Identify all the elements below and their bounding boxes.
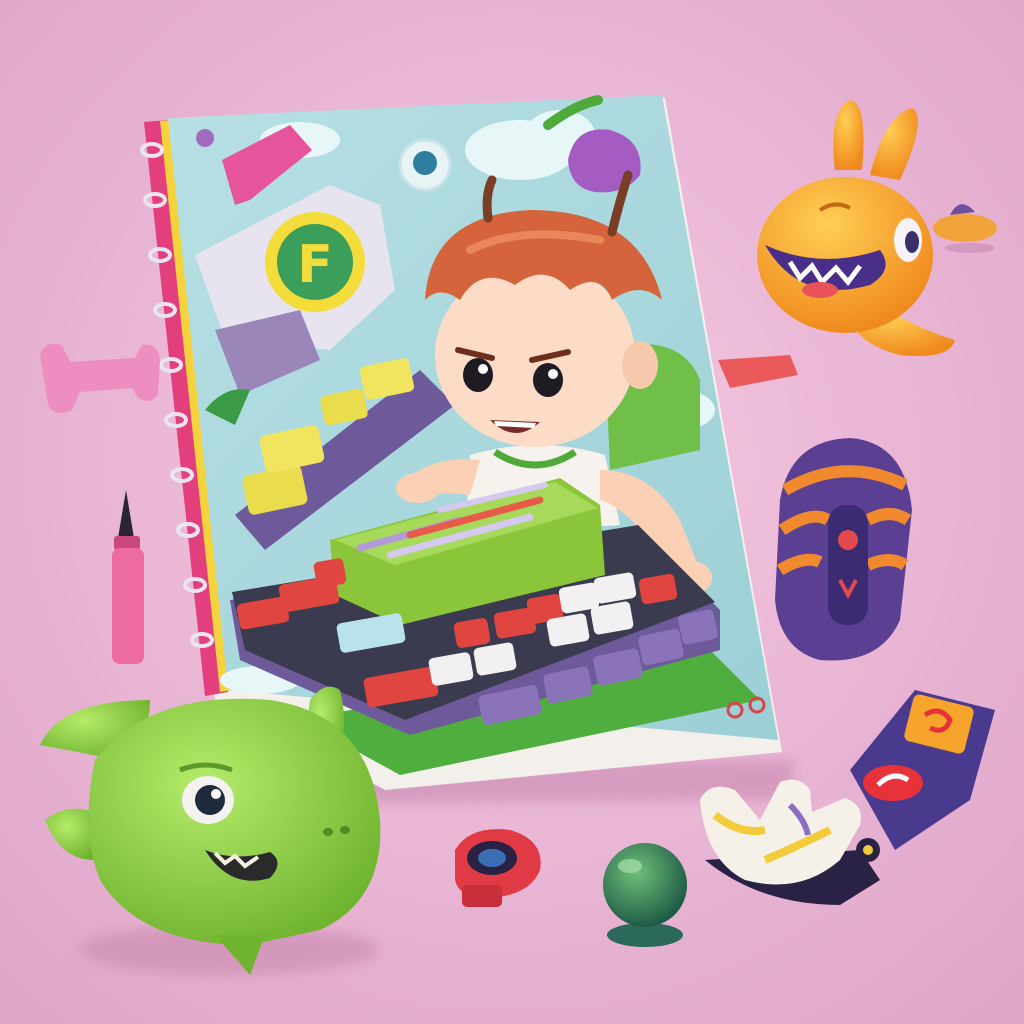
red-ring-inner xyxy=(478,849,506,867)
toy-scene: F xyxy=(0,0,1024,1024)
phone-button xyxy=(863,765,923,801)
antenna-left xyxy=(482,175,497,223)
marker-collar xyxy=(114,536,140,550)
badge-letter: F xyxy=(297,235,333,295)
green-monster-pupil xyxy=(195,785,225,815)
orange-pupil xyxy=(905,231,919,253)
tiny-bug-shadow xyxy=(945,243,995,253)
striped-figure-panel xyxy=(828,505,868,625)
right-eye-glint xyxy=(548,369,558,379)
striped-figure-stripe-5 xyxy=(865,554,909,571)
ball-shine xyxy=(618,859,642,873)
red-ring-base xyxy=(462,885,502,907)
green-ball-toy xyxy=(603,843,687,947)
right-eye xyxy=(533,363,563,397)
tiny-bug-body xyxy=(933,214,997,242)
green-monster-nostril xyxy=(323,828,333,836)
left-eye-glint xyxy=(478,364,488,374)
orange-tongue xyxy=(802,282,838,298)
left-eye xyxy=(463,358,493,392)
tiny-purple-dot xyxy=(196,129,214,147)
small-bug-body xyxy=(413,151,437,175)
striped-figure-button xyxy=(838,530,858,550)
marker-body xyxy=(112,548,144,664)
striped-figure-stripe-4 xyxy=(865,508,912,526)
ball-sphere xyxy=(603,843,687,927)
left-hand xyxy=(396,473,440,503)
green-monster-nostril-2 xyxy=(340,826,350,834)
crown-bead-center xyxy=(863,845,873,855)
key-red-3 xyxy=(313,558,347,588)
ear xyxy=(622,341,658,389)
green-monster-body xyxy=(88,698,381,945)
striped-figure-toy xyxy=(775,438,912,661)
green-monster-glint xyxy=(211,789,221,799)
